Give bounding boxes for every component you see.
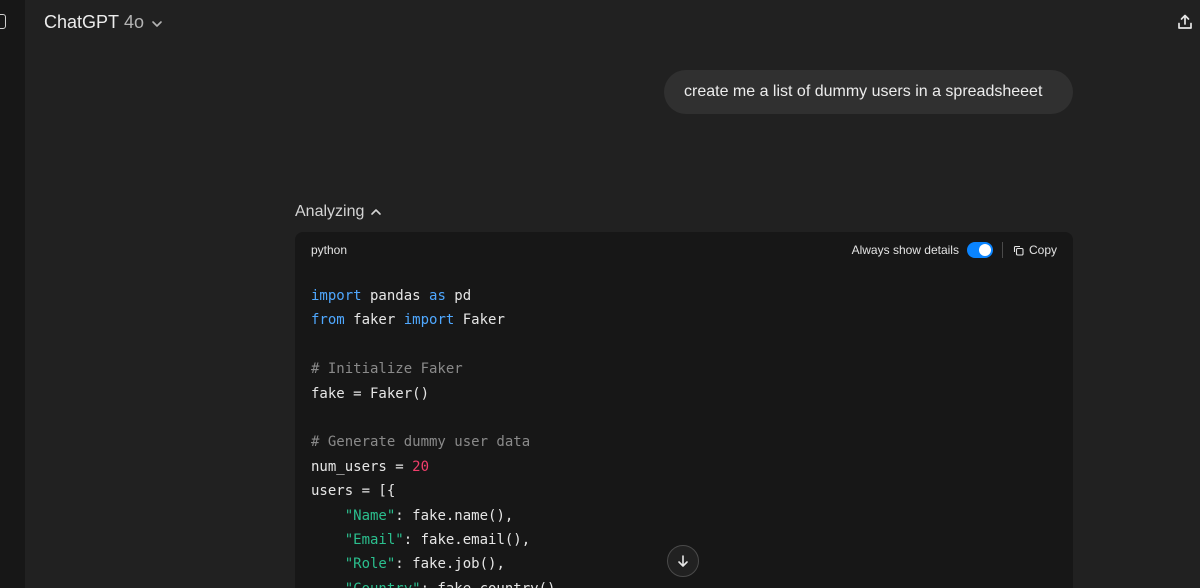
code-token: "Email" — [344, 531, 404, 548]
code-token: users = [{ — [311, 483, 396, 500]
chat-window: ChatGPT 4o create me a list of dummy use… — [0, 0, 1200, 588]
copy-button[interactable]: Copy — [1013, 243, 1057, 257]
code-token: "Role" — [344, 556, 396, 573]
scroll-to-bottom-button[interactable] — [667, 545, 699, 577]
code-line: "Country": fake.country(), — [311, 577, 564, 588]
header-divider — [1001, 242, 1003, 258]
code-block: python Always show details Copy import p… — [295, 232, 1073, 588]
code-line: # Generate dummy user data — [311, 430, 564, 454]
copy-icon — [1013, 245, 1024, 256]
code-token: import — [403, 312, 455, 329]
copy-label: Copy — [1028, 243, 1057, 257]
code-token: pandas — [361, 288, 430, 304]
code-token: faker — [344, 312, 404, 329]
analyzing-label: Analyzing — [295, 203, 365, 220]
code-line: fake = Faker() — [311, 382, 564, 406]
code-line: "Role": fake.job(), — [311, 552, 564, 576]
sidebar-collapsed — [0, 0, 25, 588]
code-token: : fake.name(), — [395, 507, 514, 524]
always-show-details-toggle[interactable] — [966, 242, 993, 258]
code-token: "Country" — [345, 581, 421, 588]
code-token: Faker — [454, 312, 505, 329]
code-token: : fake.email(), — [403, 531, 531, 548]
code-token: 20 — [412, 458, 430, 475]
code-token: pd — [445, 288, 472, 304]
code-header-actions: Always show details Copy — [852, 241, 1057, 259]
code-token: from — [311, 312, 345, 329]
code-line: "Name": fake.name(), — [311, 504, 564, 528]
code-block-header: python Always show details Copy — [295, 232, 1073, 268]
model-switcher[interactable]: ChatGPT 4o — [44, 12, 163, 33]
toggle-knob — [978, 244, 991, 256]
code-token: : fake.job(), — [395, 556, 505, 573]
user-message-text: create me a list of dummy users in a spr… — [684, 83, 1043, 100]
sidebar-toggle-icon[interactable] — [0, 14, 6, 29]
code-token: fake = Faker() — [311, 385, 430, 402]
code-language-label: python — [311, 243, 348, 257]
code-token: "Name" — [344, 507, 396, 524]
analyzing-toggle[interactable]: Analyzing — [295, 203, 382, 221]
code-token: # Initialize Faker — [311, 361, 463, 378]
code-line: # Initialize Faker — [311, 357, 564, 381]
model-name: ChatGPT — [44, 12, 120, 32]
model-version: 4o — [124, 12, 145, 32]
code-token: num_users = — [311, 458, 413, 475]
code-line: users = [{ — [311, 479, 564, 503]
chevron-down-icon — [152, 20, 162, 27]
arrow-down-icon — [678, 555, 688, 567]
chevron-up-icon — [371, 209, 382, 215]
share-icon[interactable] — [1176, 13, 1194, 31]
user-message-bubble: create me a list of dummy users in a spr… — [664, 70, 1073, 114]
code-line: num_users = 20 — [311, 455, 564, 479]
code-token: as — [429, 288, 446, 304]
code-line: from faker import Faker — [311, 308, 564, 332]
code-token: # Generate dummy user data — [311, 434, 531, 451]
code-content: import pandas as pd from faker import Fak… — [311, 284, 564, 588]
always-show-details-label: Always show details — [851, 243, 959, 257]
code-token: import — [311, 288, 362, 304]
code-token: : fake.country(), — [421, 581, 564, 588]
code-line: "Email": fake.email(), — [311, 528, 564, 552]
code-line: import pandas as pd — [311, 284, 564, 308]
